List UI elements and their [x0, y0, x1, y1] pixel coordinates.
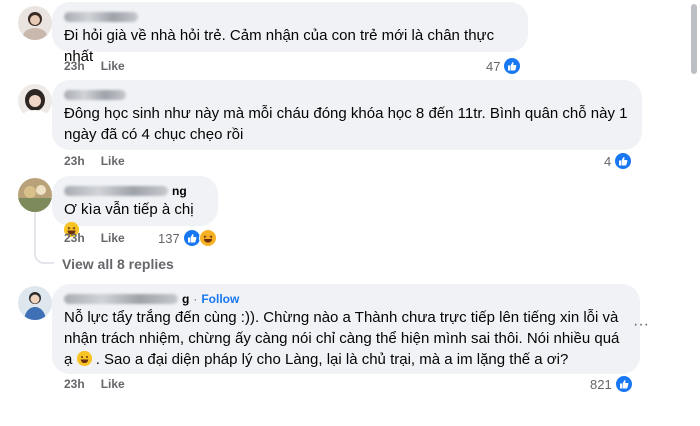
thread-line: [34, 210, 36, 248]
like-button[interactable]: Like: [101, 377, 125, 391]
scrollbar-thumb[interactable]: [691, 4, 697, 74]
comment-text: Nỗ lực tẩy trắng đến cùng :)). Chừng nào…: [64, 307, 628, 370]
like-icon: [614, 152, 633, 170]
like-button[interactable]: Like: [101, 231, 125, 245]
comment-bubble: ng Ơ kìa vẫn tiếp à chị: [52, 176, 218, 237]
comment-author[interactable]: [64, 87, 630, 103]
comment-time[interactable]: 23h: [64, 231, 85, 245]
comment-bubble: Đông học sinh như này mà mỗi cháu đóng k…: [52, 80, 642, 150]
comment-time[interactable]: 23h: [64, 59, 85, 73]
author-name-suffix: ng: [172, 184, 187, 198]
like-button[interactable]: Like: [101, 59, 125, 73]
reaction-count[interactable]: 137: [158, 229, 217, 247]
comment-time[interactable]: 23h: [64, 154, 85, 168]
reaction-number: 137: [158, 230, 180, 246]
follow-button[interactable]: Follow: [201, 292, 239, 306]
avatar[interactable]: [18, 178, 52, 212]
haha-icon: [198, 229, 217, 247]
author-name-suffix: g: [182, 292, 190, 306]
more-options-icon[interactable]: ···: [630, 317, 652, 336]
separator-dot: ·: [193, 292, 198, 306]
comment-text: Đông học sinh như này mà mỗi cháu đóng k…: [64, 105, 628, 143]
reaction-number: 821: [590, 376, 612, 392]
comment-time[interactable]: 23h: [64, 377, 85, 391]
scrollbar[interactable]: [690, 0, 698, 78]
like-icon: [503, 57, 522, 75]
view-all-replies-link[interactable]: View all 8 replies: [62, 256, 174, 272]
comment-text-continued: . Sao a đại diện pháp lý cho Làng, lại l…: [95, 351, 569, 368]
thread-curve: [34, 246, 54, 264]
avatar[interactable]: [18, 84, 52, 118]
reaction-count[interactable]: 821: [590, 375, 633, 393]
avatar[interactable]: [18, 6, 52, 40]
comment-text-content: Ơ kìa vẫn tiếp à chị: [64, 201, 194, 218]
comment-text: Đi hỏi già về nhà hỏi trẻ. Cảm nhận của …: [64, 27, 495, 65]
grin-emoji: [76, 351, 92, 366]
reaction-number: 4: [604, 153, 612, 169]
comment-author[interactable]: g · Follow: [64, 291, 628, 307]
comment-bubble: g · Follow Nỗ lực tẩy trắng đến cùng :))…: [52, 284, 640, 374]
comment-author[interactable]: [64, 9, 516, 25]
avatar[interactable]: [18, 286, 52, 320]
reaction-count[interactable]: 47: [486, 57, 522, 75]
like-button[interactable]: Like: [101, 154, 125, 168]
comment-author[interactable]: ng: [64, 183, 206, 199]
reaction-count[interactable]: 4: [604, 152, 633, 170]
reaction-number: 47: [486, 58, 501, 74]
comment-bubble: Đi hỏi già về nhà hỏi trẻ. Cảm nhận của …: [52, 2, 528, 65]
like-icon: [614, 375, 633, 393]
